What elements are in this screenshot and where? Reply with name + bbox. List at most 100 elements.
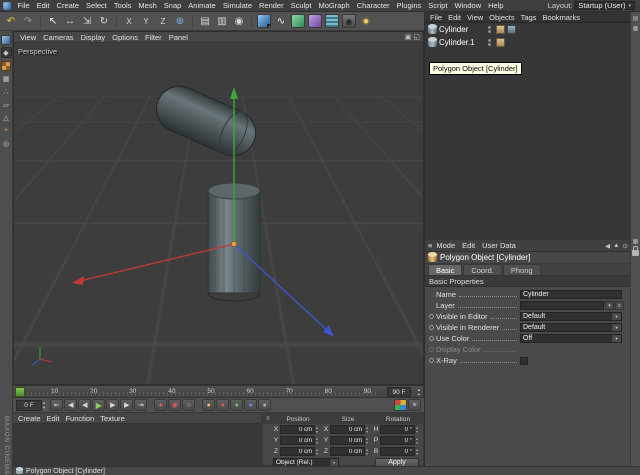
mm-menu-function[interactable]: Function: [62, 414, 97, 423]
single-view-icon[interactable]: ▣: [405, 33, 412, 41]
modifier-button[interactable]: [308, 14, 322, 28]
camera-button[interactable]: ◉: [342, 14, 356, 28]
viewport-label[interactable]: Perspective: [18, 47, 57, 56]
om-menu-objects[interactable]: Objects: [486, 13, 517, 22]
menu-file[interactable]: File: [14, 1, 33, 10]
object-name[interactable]: Cylinder.1: [439, 38, 483, 47]
size-z-input[interactable]: [330, 447, 365, 456]
menu-tools[interactable]: Tools: [110, 1, 135, 10]
goto-end-button[interactable]: ⇥: [134, 399, 147, 411]
vp-menu-cameras[interactable]: Cameras: [40, 33, 76, 42]
primitive-cube-button[interactable]: [257, 14, 271, 28]
previous-frame-button[interactable]: ◀: [78, 399, 91, 411]
menu-script[interactable]: Script: [425, 1, 451, 10]
name-input[interactable]: [520, 290, 622, 299]
coordinates-menu-icon[interactable]: ≡: [263, 416, 273, 422]
am-menu-userdata[interactable]: User Data: [479, 241, 519, 250]
layer-menu-button[interactable]: ≡: [615, 301, 624, 310]
vp-menu-view[interactable]: View: [17, 33, 39, 42]
tab-phong[interactable]: Phong: [503, 264, 541, 275]
visibility-toggle-icons[interactable]: [488, 39, 491, 46]
rotation-p-input[interactable]: [380, 436, 415, 445]
om-menu-file[interactable]: File: [427, 13, 445, 22]
layer-browse-button[interactable]: ▾: [605, 301, 614, 310]
menu-sculpt[interactable]: Sculpt: [287, 1, 315, 10]
light-button[interactable]: ●: [358, 13, 374, 29]
lock-icon[interactable]: [632, 250, 639, 256]
position-z-input[interactable]: [280, 447, 315, 456]
next-frame-button[interactable]: ▶: [106, 399, 119, 411]
move-tool-button[interactable]: ↔: [62, 13, 78, 29]
stepper-icon[interactable]: ▴▾: [366, 426, 371, 434]
key-parameter-toggle[interactable]: ●: [202, 399, 215, 411]
coordinate-system-button[interactable]: ⊕: [172, 13, 188, 29]
history-back-icon[interactable]: ◀: [605, 242, 610, 250]
visible-editor-dropdown[interactable]: Default▾: [520, 312, 622, 321]
rotation-b-input[interactable]: [380, 447, 415, 456]
stepper-icon[interactable]: ▴▾: [416, 448, 421, 456]
menu-simulate[interactable]: Simulate: [219, 1, 255, 10]
key-rotation-toggle[interactable]: ●: [244, 399, 257, 411]
scale-tool-button[interactable]: ⇲: [79, 13, 95, 29]
key-scale-toggle[interactable]: ●: [230, 399, 243, 411]
animation-dot-icon[interactable]: [429, 358, 434, 363]
lock-x-axis-button[interactable]: X: [121, 13, 137, 29]
snapshot-icon[interactable]: ▦: [633, 238, 639, 245]
texture-tag-icon[interactable]: [507, 25, 516, 34]
previous-key-button[interactable]: ◀: [64, 399, 77, 411]
parent-object-icon[interactable]: ▲: [613, 242, 619, 250]
polygons-mode-button[interactable]: △: [1, 112, 12, 123]
play-button[interactable]: ▶: [92, 399, 105, 411]
workplane-mode-button[interactable]: ▦: [1, 73, 12, 84]
current-frame-marker[interactable]: [15, 387, 25, 397]
animation-dot-icon[interactable]: [429, 314, 434, 319]
mm-menu-edit[interactable]: Edit: [44, 414, 63, 423]
make-editable-button[interactable]: [1, 35, 11, 45]
menu-help[interactable]: Help: [485, 1, 507, 10]
spline-pen-button[interactable]: ∿: [273, 13, 289, 29]
content-browser-icon[interactable]: ▤: [633, 15, 639, 22]
menu-window[interactable]: Window: [451, 1, 485, 10]
layer-input[interactable]: [520, 301, 604, 310]
rotation-h-input[interactable]: [380, 425, 415, 434]
menu-animate[interactable]: Animate: [185, 1, 220, 10]
object-name[interactable]: Cylinder: [439, 25, 483, 34]
vp-menu-options[interactable]: Options: [109, 33, 141, 42]
redo-button[interactable]: ↷: [20, 13, 36, 29]
render-settings-button[interactable]: ◉: [231, 13, 247, 29]
om-menu-tags[interactable]: Tags: [518, 13, 540, 22]
lock-y-axis-button[interactable]: Y: [138, 13, 154, 29]
menu-character[interactable]: Character: [353, 1, 393, 10]
texture-mode-button[interactable]: [1, 61, 11, 71]
size-x-input[interactable]: [330, 425, 365, 434]
animation-dot-icon[interactable]: [429, 336, 434, 341]
mm-menu-texture[interactable]: Texture: [97, 414, 128, 423]
next-key-button[interactable]: ▶: [120, 399, 133, 411]
viewport-solo-button[interactable]: ◎: [1, 138, 12, 149]
subdivision-surface-button[interactable]: [291, 14, 305, 28]
lock-z-axis-button[interactable]: Z: [155, 13, 171, 29]
mm-menu-create[interactable]: Create: [15, 414, 44, 423]
current-frame-stepper[interactable]: ▴▾: [43, 400, 45, 410]
stepper-icon[interactable]: ▴▾: [366, 437, 371, 445]
use-color-dropdown[interactable]: Off▾: [520, 334, 622, 343]
vp-menu-panel[interactable]: Panel: [166, 33, 191, 42]
undo-button[interactable]: ↶: [3, 13, 19, 29]
stepper-icon[interactable]: ▴▾: [316, 448, 321, 456]
menu-snap[interactable]: Snap: [160, 1, 185, 10]
end-frame-stepper[interactable]: ▴▾: [418, 387, 420, 397]
render-view-button[interactable]: ▤: [197, 13, 213, 29]
live-selection-button[interactable]: ↖: [45, 13, 61, 29]
quad-view-icon[interactable]: ◱: [413, 33, 420, 41]
stepper-icon[interactable]: ▴▾: [366, 448, 371, 456]
menu-mograph[interactable]: MoGraph: [315, 1, 353, 10]
xray-checkbox[interactable]: [520, 357, 528, 365]
menu-select[interactable]: Select: [83, 1, 111, 10]
powerslider-options-button[interactable]: [394, 399, 407, 411]
am-menu-mode[interactable]: Mode: [433, 241, 458, 250]
vp-menu-filter[interactable]: Filter: [142, 33, 165, 42]
goto-start-button[interactable]: ⇤: [50, 399, 63, 411]
menu-create[interactable]: Create: [53, 1, 83, 10]
phong-tag-icon[interactable]: [496, 38, 505, 47]
menu-mesh[interactable]: Mesh: [135, 1, 160, 10]
